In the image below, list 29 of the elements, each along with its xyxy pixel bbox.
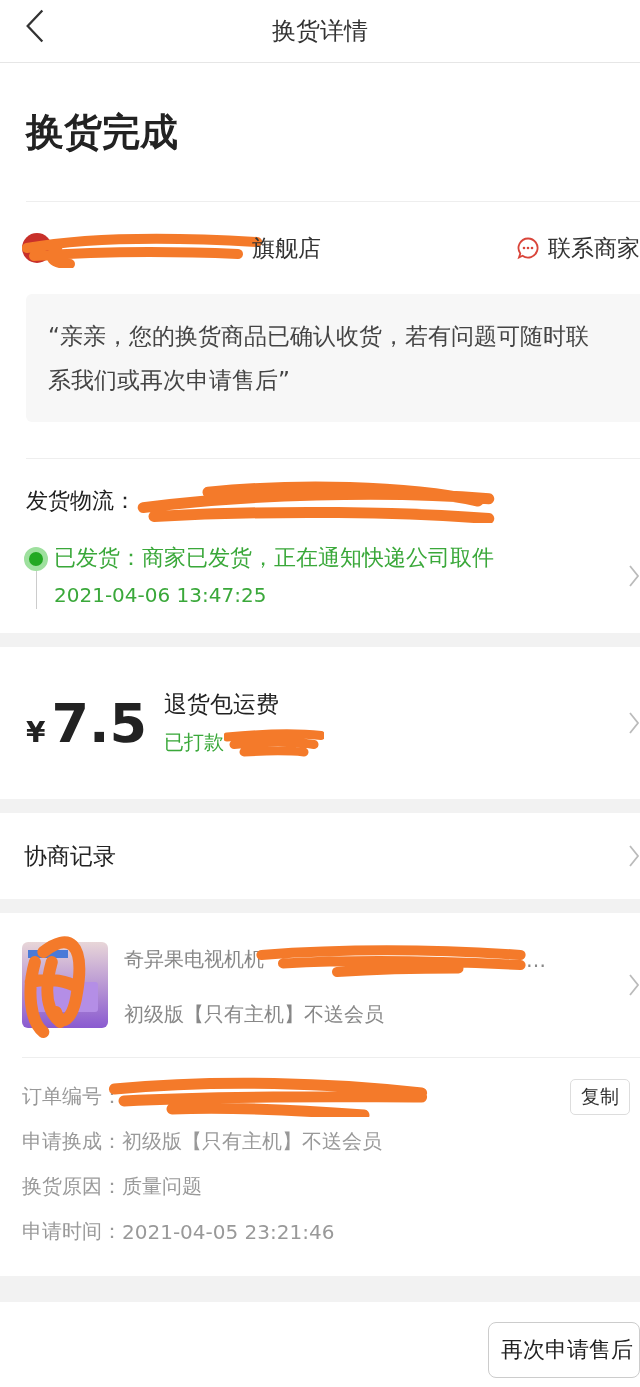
chat-icon <box>516 236 540 260</box>
contact-seller-button[interactable]: 联系商家 <box>516 232 640 264</box>
ellipsis: … <box>526 947 546 972</box>
chevron-icon <box>628 564 640 588</box>
refund-title: 退货包运费 <box>164 689 280 719</box>
chevron-icon <box>628 973 640 997</box>
shipping-time: 2021-04-06 13:47:25 <box>54 583 268 607</box>
info-label: 换货原因： <box>22 1173 122 1200</box>
product-spec: 初级版【只有主机】不送会员 <box>124 1000 385 1028</box>
info-value: 初级版【只有主机】不送会员 <box>122 1128 382 1155</box>
store-name[interactable]: 旗舰店 <box>252 232 321 264</box>
reapply-button[interactable]: 再次申请售后 <box>488 1322 640 1378</box>
logistics-label: 发货物流： <box>26 487 136 515</box>
chevron-icon <box>628 711 640 735</box>
status-title: 换货完成 <box>26 63 640 202</box>
shipping-status: 已发货：商家已发货，正在通知快递公司取件 <box>54 544 495 572</box>
refund-status: 已打款 <box>164 729 224 756</box>
refund-amount: 7.5 <box>51 691 148 755</box>
info-value: 质量问题 <box>122 1173 202 1200</box>
info-label: 申请时间： <box>22 1218 122 1245</box>
negotiation-row[interactable]: 协商记录 <box>0 813 640 899</box>
status-dot <box>24 547 48 571</box>
info-label: 申请换成： <box>22 1128 122 1155</box>
currency-symbol: ¥ <box>26 715 46 749</box>
info-value: 2021-04-05 23:21:46 <box>122 1219 335 1244</box>
page-title: 换货详情 <box>272 16 368 47</box>
message-box: “亲亲，您的换货商品已确认收货，若有问题可随时联系我们或再次申请售后” <box>26 294 640 422</box>
copy-button[interactable]: 复制 <box>570 1078 630 1115</box>
chevron-icon <box>628 844 640 868</box>
